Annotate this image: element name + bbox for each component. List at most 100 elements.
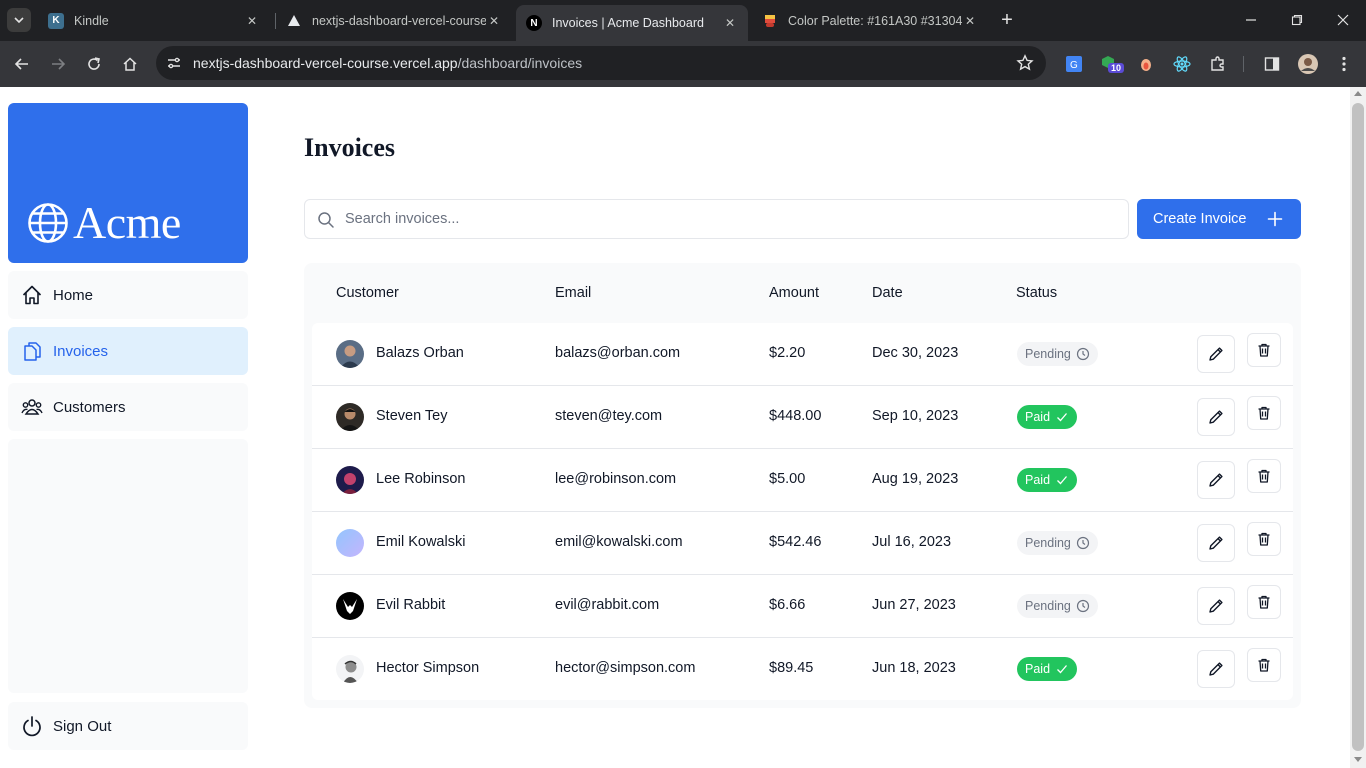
delete-invoice-button[interactable] (1247, 396, 1281, 430)
home-button[interactable] (118, 52, 142, 76)
edit-invoice-button[interactable] (1197, 335, 1235, 373)
scrollbar-thumb[interactable] (1352, 103, 1364, 751)
status-badge: Paid (1017, 468, 1078, 492)
check-icon (1057, 665, 1068, 674)
cube-extension[interactable]: 10 (1098, 52, 1125, 76)
close-icon[interactable]: ✕ (722, 16, 738, 30)
table-row: Evil Rabbit evil@rabbit.com $6.66 Jun 27… (312, 575, 1293, 638)
edit-invoice-button[interactable] (1197, 587, 1235, 625)
page-viewport: Acme Home Invoices Customers Sign Out In… (0, 87, 1350, 768)
close-icon[interactable]: ✕ (962, 14, 978, 28)
minimize-icon (1246, 19, 1256, 21)
table-body: Balazs Orban balazs@orban.com $2.20 Dec … (312, 323, 1293, 700)
scroll-up-arrow-icon[interactable] (1354, 91, 1362, 96)
sidebar-link-label: Invoices (53, 342, 109, 360)
nextjs-icon: N (526, 15, 542, 31)
close-icon[interactable]: ✕ (486, 14, 502, 28)
column-header-email: Email (555, 285, 592, 301)
edit-invoice-button[interactable] (1197, 461, 1235, 499)
search-box[interactable] (304, 199, 1129, 239)
delete-invoice-button[interactable] (1247, 585, 1281, 619)
customer-name: Evil Rabbit (376, 597, 446, 613)
tab-search-button[interactable] (7, 8, 31, 32)
invoice-amount: $448.00 (769, 408, 822, 424)
edit-invoice-button[interactable] (1197, 650, 1235, 688)
sign-out-button[interactable]: Sign Out (8, 702, 248, 750)
table-row: Lee Robinson lee@robinson.com $5.00 Aug … (312, 449, 1293, 512)
extensions-button[interactable] (1206, 52, 1230, 76)
search-input[interactable] (345, 200, 1115, 238)
document-icon (24, 342, 41, 361)
react-icon (1173, 56, 1191, 72)
browser-tab-invoices[interactable]: N Invoices | Acme Dashboard ✕ (516, 5, 748, 41)
kindle-icon: K (48, 12, 64, 29)
back-button[interactable] (10, 52, 34, 76)
scroll-down-arrow-icon[interactable] (1354, 757, 1362, 762)
site-info-icon[interactable] (164, 53, 184, 73)
status-label: Paid (1025, 410, 1051, 424)
forward-button[interactable] (46, 52, 70, 76)
trash-icon (1258, 658, 1270, 672)
sidebar-link-label: Customers (53, 398, 126, 416)
minimize-button[interactable] (1239, 8, 1263, 32)
check-icon (1057, 413, 1068, 422)
browser-tab-vercel[interactable]: nextjs-dashboard-vercel-course ✕ (276, 6, 512, 35)
edit-invoice-button[interactable] (1197, 524, 1235, 562)
restore-button[interactable] (1285, 8, 1309, 32)
browser-menu-button[interactable] (1332, 52, 1356, 76)
invoice-amount: $6.66 (769, 597, 806, 613)
trash-icon (1258, 532, 1270, 546)
extension-badge: 10 (1108, 63, 1125, 73)
close-window-button[interactable] (1331, 8, 1355, 32)
invoice-amount: $89.45 (769, 660, 814, 676)
browser-tab-kindle[interactable]: K Kindle ✕ (38, 6, 270, 35)
clock-icon (1076, 347, 1089, 361)
bookmark-star-icon[interactable] (1016, 54, 1034, 72)
column-header-status: Status (1016, 285, 1058, 301)
acme-logo-link[interactable]: Acme (8, 103, 248, 263)
address-bar[interactable]: nextjs-dashboard-vercel-course.vercel.ap… (156, 46, 1046, 80)
pencil-icon (1209, 536, 1223, 550)
table-row: Steven Tey steven@tey.com $448.00 Sep 10… (312, 386, 1293, 449)
react-devtools-extension[interactable] (1170, 52, 1194, 76)
reload-button[interactable] (82, 52, 106, 76)
google-translate-extension[interactable]: G (1062, 52, 1086, 76)
invoice-amount: $542.46 (769, 534, 822, 550)
create-invoice-button[interactable]: Create Invoice (1137, 199, 1301, 239)
svg-text:G: G (1070, 60, 1078, 71)
column-header-customer: Customer (336, 285, 399, 301)
toolbar-divider (1243, 56, 1244, 72)
sidebar-link-customers[interactable]: Customers (8, 383, 248, 431)
fire-extension[interactable] (1134, 52, 1158, 76)
customer-avatar (336, 529, 364, 557)
delete-invoice-button[interactable] (1247, 333, 1281, 367)
customer-name: Lee Robinson (376, 471, 466, 487)
profile-icon (1298, 54, 1318, 74)
delete-invoice-button[interactable] (1247, 648, 1281, 682)
translate-icon: G (1066, 56, 1082, 72)
close-icon[interactable]: ✕ (244, 14, 260, 28)
status-label: Pending (1025, 536, 1071, 550)
new-tab-button[interactable]: + (996, 9, 1018, 31)
page-scrollbar[interactable] (1350, 87, 1366, 768)
customer-avatar (336, 466, 364, 494)
customer-email: balazs@orban.com (555, 345, 681, 361)
more-vertical-icon (1342, 56, 1346, 72)
sidebar-link-invoices[interactable]: Invoices (8, 327, 248, 375)
delete-invoice-button[interactable] (1247, 459, 1281, 493)
customer-email: lee@robinson.com (555, 471, 677, 487)
browser-tab-palette[interactable]: Color Palette: #161A30 #31304 ✕ (752, 6, 988, 35)
customer-avatar (336, 655, 364, 683)
invoice-date: Dec 30, 2023 (872, 345, 959, 361)
restore-icon (1291, 14, 1303, 26)
pencil-icon (1209, 347, 1223, 361)
column-header-date: Date (872, 285, 903, 301)
profile-avatar[interactable] (1296, 52, 1320, 76)
delete-invoice-button[interactable] (1247, 522, 1281, 556)
plus-icon (1267, 211, 1283, 227)
trash-icon (1258, 406, 1270, 420)
sidebar-link-home[interactable]: Home (8, 271, 248, 319)
side-panel-button[interactable] (1260, 52, 1284, 76)
globe-icon (28, 202, 68, 243)
edit-invoice-button[interactable] (1197, 398, 1235, 436)
